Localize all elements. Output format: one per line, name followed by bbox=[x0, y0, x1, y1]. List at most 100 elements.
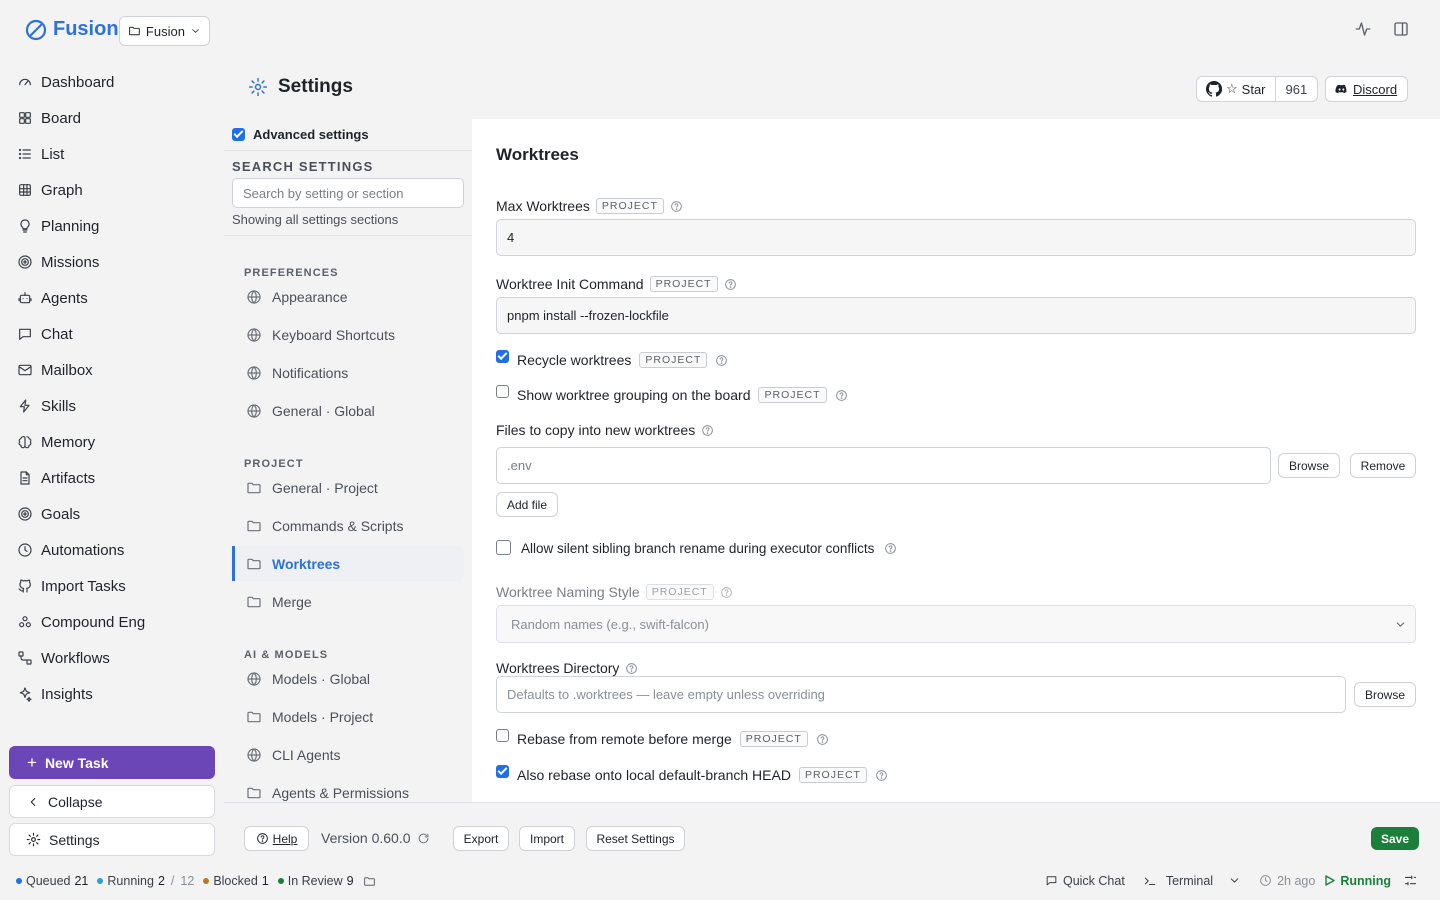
sidebar-item-dashboard[interactable]: Dashboard bbox=[0, 64, 224, 100]
engine-status[interactable]: Running bbox=[1325, 874, 1391, 888]
naming-style-select[interactable]: Random names (e.g., swift-falcon) bbox=[496, 605, 1416, 643]
sidebar-item-import-tasks[interactable]: Import Tasks bbox=[0, 568, 224, 604]
help-circle-icon[interactable] bbox=[715, 354, 728, 367]
settings-search-input[interactable] bbox=[232, 178, 464, 208]
settings-section-models-project[interactable]: Models · Project bbox=[232, 699, 464, 734]
advanced-settings-toggle[interactable]: Advanced settings bbox=[232, 127, 369, 142]
terminal-button[interactable]: Terminal bbox=[1143, 874, 1241, 888]
sidebar-item-planning[interactable]: Planning bbox=[0, 208, 224, 244]
advanced-settings-checkbox[interactable] bbox=[232, 128, 245, 141]
sidebar-item-list[interactable]: List bbox=[0, 136, 224, 172]
clock-icon bbox=[18, 543, 32, 557]
sidebar-item-chat[interactable]: Chat bbox=[0, 316, 224, 352]
sidebar-item-automations[interactable]: Automations bbox=[0, 532, 224, 568]
settings-section-notifications[interactable]: Notifications bbox=[232, 355, 464, 390]
worktree-grouping-row[interactable]: Show worktree grouping on the board PROJ… bbox=[496, 384, 848, 403]
help-circle-icon[interactable] bbox=[884, 542, 897, 555]
import-button[interactable]: Import bbox=[519, 826, 575, 851]
folder-icon bbox=[129, 26, 140, 36]
sidebar-item-artifacts[interactable]: Artifacts bbox=[0, 460, 224, 496]
worktree-grouping-checkbox[interactable] bbox=[496, 384, 509, 398]
settings-section-cli-agents[interactable]: CLI Agents bbox=[232, 737, 464, 772]
collapse-button[interactable]: Collapse bbox=[9, 785, 215, 818]
browse-file-button[interactable]: Browse bbox=[1278, 453, 1340, 478]
running-label: Running bbox=[107, 874, 154, 888]
help-circle-icon[interactable] bbox=[816, 733, 829, 746]
naming-style-label-text: Worktree Naming Style bbox=[496, 584, 640, 600]
settings-section-agents-permissions[interactable]: Agents & Permissions bbox=[232, 775, 464, 802]
settings-section-commands-scripts[interactable]: Commands & Scripts bbox=[232, 508, 464, 543]
sidebar-item-workflows[interactable]: Workflows bbox=[0, 640, 224, 676]
sidebar-item-memory[interactable]: Memory bbox=[0, 424, 224, 460]
running-count[interactable]: Running 2 / 12 bbox=[97, 874, 194, 888]
in-review-count[interactable]: In Review 9 bbox=[277, 874, 354, 888]
help-circle-icon[interactable] bbox=[724, 278, 737, 291]
rebase-local-row[interactable]: Also rebase onto local default-branch HE… bbox=[496, 764, 888, 783]
blocked-count[interactable]: Blocked 1 bbox=[203, 874, 269, 888]
settings-section-general-project[interactable]: General · Project bbox=[232, 470, 464, 505]
remove-file-button[interactable]: Remove bbox=[1350, 453, 1416, 478]
sidebar-item-missions[interactable]: Missions bbox=[0, 244, 224, 280]
browse-directory-button[interactable]: Browse bbox=[1354, 682, 1416, 707]
quick-chat-button[interactable]: Quick Chat bbox=[1045, 874, 1125, 888]
sidebar-toggle-icon[interactable] bbox=[1392, 20, 1410, 38]
sidebar-item-compound-eng[interactable]: Compound Eng bbox=[0, 604, 224, 640]
activity-icon[interactable] bbox=[1354, 20, 1372, 38]
folder-icon[interactable] bbox=[363, 875, 376, 888]
sidebar-item-goals[interactable]: Goals bbox=[0, 496, 224, 532]
settings-section-appearance[interactable]: Appearance bbox=[232, 279, 464, 314]
sidebar-item-board[interactable]: Board bbox=[0, 100, 224, 136]
sidebar-item-skills[interactable]: Skills bbox=[0, 388, 224, 424]
settings-section-models-global[interactable]: Models · Global bbox=[232, 661, 464, 696]
init-command-input[interactable] bbox=[496, 297, 1416, 334]
help-circle-icon[interactable] bbox=[875, 769, 888, 782]
silent-rename-row[interactable]: Allow silent sibling branch rename durin… bbox=[496, 540, 897, 556]
recycle-worktrees-row[interactable]: Recycle worktrees PROJECT bbox=[496, 349, 728, 368]
chevron-down-icon[interactable] bbox=[1228, 874, 1241, 887]
sidebar-item-agents[interactable]: Agents bbox=[0, 280, 224, 316]
collapse-label: Collapse bbox=[48, 793, 103, 810]
globe-icon bbox=[247, 671, 261, 686]
chevron-down-icon bbox=[1396, 621, 1405, 627]
project-switcher[interactable]: Fusion bbox=[119, 16, 210, 46]
globe-icon bbox=[247, 327, 261, 342]
globe-icon bbox=[247, 365, 261, 380]
reset-settings-button[interactable]: Reset Settings bbox=[586, 826, 685, 851]
project-name: Fusion bbox=[145, 23, 185, 39]
help-circle-icon[interactable] bbox=[625, 662, 638, 675]
help-circle-icon[interactable] bbox=[835, 389, 848, 402]
export-button[interactable]: Export bbox=[453, 826, 509, 851]
new-task-button[interactable]: + New Task bbox=[9, 746, 215, 779]
help-circle-icon[interactable] bbox=[670, 200, 683, 213]
queued-count[interactable]: Queued 21 bbox=[16, 874, 88, 888]
settings-section-general-global[interactable]: General · Global bbox=[232, 393, 464, 428]
settings-nav-button[interactable]: Settings bbox=[9, 823, 215, 856]
app-logo[interactable]: Fusion bbox=[25, 18, 119, 41]
help-circle-icon[interactable] bbox=[701, 424, 714, 437]
help-button[interactable]: Help bbox=[244, 826, 309, 851]
discord-link[interactable]: Discord bbox=[1325, 76, 1408, 102]
max-worktrees-label: Max Worktrees PROJECT bbox=[496, 198, 683, 214]
github-star-button[interactable]: ☆ Star bbox=[1197, 77, 1276, 101]
project-scope-badge: PROJECT bbox=[798, 767, 867, 783]
sidebar-item-insights[interactable]: Insights bbox=[0, 676, 224, 712]
rebase-remote-checkbox[interactable] bbox=[496, 728, 509, 742]
recycle-worktrees-checkbox[interactable] bbox=[496, 349, 509, 363]
add-file-button[interactable]: Add file bbox=[496, 492, 558, 517]
rebase-remote-row[interactable]: Rebase from remote before merge PROJECT bbox=[496, 728, 829, 747]
sidebar-item-graph[interactable]: Graph bbox=[0, 172, 224, 208]
settings-section-keyboard-shortcuts[interactable]: Keyboard Shortcuts bbox=[232, 317, 464, 352]
worktrees-directory-input[interactable] bbox=[496, 676, 1346, 713]
silent-rename-checkbox[interactable] bbox=[496, 540, 511, 555]
help-circle-icon[interactable] bbox=[720, 586, 733, 599]
refresh-icon[interactable] bbox=[417, 832, 430, 845]
file-to-copy-input[interactable] bbox=[496, 447, 1271, 484]
sidebar-item-mailbox[interactable]: Mailbox bbox=[0, 352, 224, 388]
max-worktrees-input[interactable] bbox=[496, 219, 1416, 256]
rebase-local-checkbox[interactable] bbox=[496, 764, 509, 778]
settings-section-worktrees[interactable]: Worktrees bbox=[232, 546, 464, 581]
folder-icon bbox=[247, 520, 261, 531]
save-button[interactable]: Save bbox=[1371, 827, 1419, 850]
settings-section-merge[interactable]: Merge bbox=[232, 584, 464, 619]
sliders-icon[interactable] bbox=[1403, 873, 1418, 888]
